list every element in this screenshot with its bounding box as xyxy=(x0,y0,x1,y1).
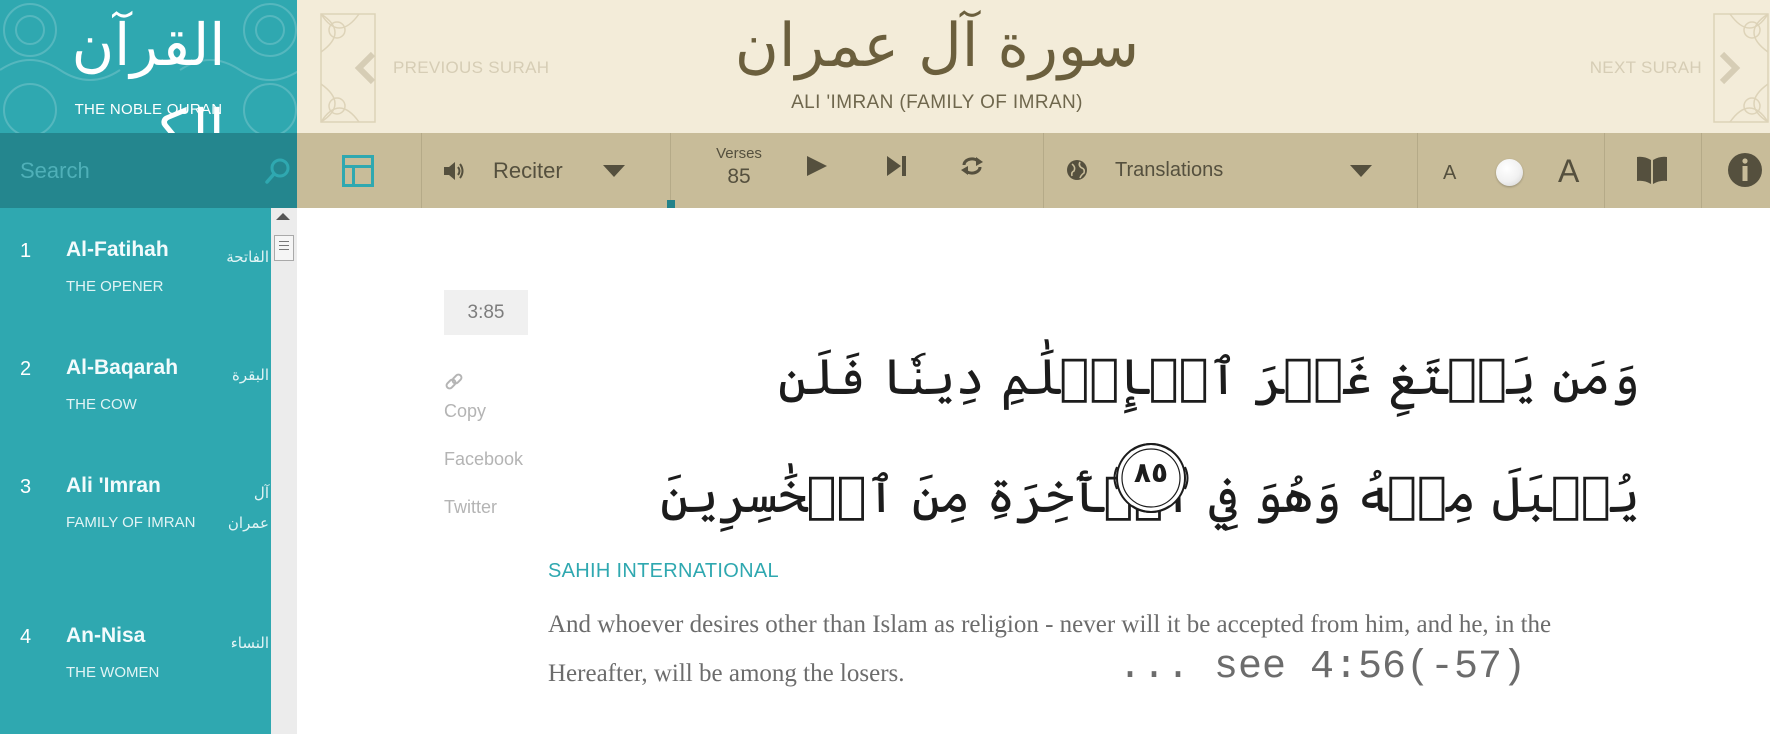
toolbar-divider xyxy=(1043,133,1044,208)
toolbar-divider xyxy=(421,133,422,208)
surah-number: 2 xyxy=(20,358,32,380)
info-icon[interactable] xyxy=(1727,152,1763,188)
speaker-icon[interactable] xyxy=(442,159,466,183)
reciter-chevron-down-icon[interactable] xyxy=(603,165,625,177)
previous-surah-button[interactable]: PREVIOUS SURAH xyxy=(353,48,549,88)
ayah-number: ٨٥ xyxy=(1133,456,1169,489)
verse-reference-badge[interactable]: 3:85 xyxy=(444,290,528,335)
translation-source: SAHIH INTERNATIONAL xyxy=(548,560,779,582)
list-item[interactable]: 1 Al-Fatihah THE OPENER الفاتحة xyxy=(0,238,271,358)
layout-icon[interactable] xyxy=(342,155,374,187)
surah-name: Al-Fatihah xyxy=(66,238,169,261)
font-size-slider-knob[interactable] xyxy=(1496,159,1523,186)
list-item[interactable]: 3 Ali 'Imran FAMILY OF IMRAN آل عمران xyxy=(0,474,271,594)
scroll-up-arrow-icon[interactable] xyxy=(276,213,290,220)
reciter-label[interactable]: Reciter xyxy=(493,158,563,184)
list-item[interactable]: 4 An-Nisa THE WOMEN النساء xyxy=(0,624,271,734)
surah-name: An-Nisa xyxy=(66,624,146,647)
logo-subtitle: THE NOBLE QURAN xyxy=(74,101,223,118)
toolbar-divider xyxy=(1417,133,1418,208)
chevron-left-icon xyxy=(354,51,376,85)
surah-title-english: ALI 'IMRAN (FAMILY OF IMRAN) xyxy=(791,92,1083,113)
font-increase-button[interactable]: A xyxy=(1558,153,1579,190)
surah-arabic-name: آل عمران xyxy=(227,484,269,532)
copy-link[interactable]: Copy xyxy=(444,401,486,422)
scroll-thumb[interactable] xyxy=(274,235,294,261)
play-icon[interactable] xyxy=(804,154,828,178)
search-input[interactable] xyxy=(20,155,250,187)
previous-surah-label: PREVIOUS SURAH xyxy=(393,58,550,77)
surah-arabic-name: البقرة xyxy=(232,366,269,384)
surah-meaning: FAMILY OF IMRAN xyxy=(66,514,196,531)
surah-arabic-name: النساء xyxy=(230,634,269,652)
font-decrease-button[interactable]: A xyxy=(1443,162,1456,185)
surah-meaning: THE COW xyxy=(66,396,137,413)
twitter-link[interactable]: Twitter xyxy=(444,497,497,518)
surah-meaning: THE OPENER xyxy=(66,278,164,295)
next-surah-label: NEXT SURAH xyxy=(1589,58,1702,77)
surah-list: 1 Al-Fatihah THE OPENER الفاتحة 2 Al-Baq… xyxy=(0,208,271,734)
search-bar xyxy=(0,133,297,208)
book-icon[interactable] xyxy=(1635,153,1669,187)
ornament-corner-icon xyxy=(1713,13,1769,123)
toolbar-divider xyxy=(670,133,671,208)
surah-number: 4 xyxy=(20,626,32,648)
search-icon[interactable] xyxy=(263,156,293,186)
repeat-icon[interactable] xyxy=(960,154,984,178)
surah-number: 1 xyxy=(20,240,32,262)
surah-title-arabic: سورة آل عمران xyxy=(734,11,1140,81)
list-item[interactable]: 2 Al-Baqarah THE COW البقرة xyxy=(0,356,271,476)
translations-chevron-down-icon[interactable] xyxy=(1350,165,1372,177)
facebook-link[interactable]: Facebook xyxy=(444,449,523,470)
audio-progress-bar[interactable] xyxy=(667,200,1041,208)
translations-label[interactable]: Translations xyxy=(1115,159,1223,182)
surah-header: PREVIOUS SURAH سورة آل عمران ALI 'IMRAN … xyxy=(297,0,1770,133)
sidebar-scrollbar[interactable] xyxy=(271,208,297,734)
toolbar-divider xyxy=(1604,133,1605,208)
surah-arabic-name: الفاتحة xyxy=(226,248,269,266)
verses-count[interactable]: 85 xyxy=(709,165,769,189)
cross-reference-note: ... see 4:56(-57) xyxy=(1118,645,1527,690)
skip-next-icon[interactable] xyxy=(884,154,908,178)
globe-icon[interactable] xyxy=(1066,159,1088,181)
verses-label: Verses xyxy=(716,145,762,162)
logo-panel[interactable]: القرآن الكريم THE NOBLE QURAN xyxy=(0,0,297,133)
link-icon[interactable] xyxy=(444,372,464,392)
toolbar-divider xyxy=(1701,133,1702,208)
surah-number: 3 xyxy=(20,476,32,498)
surah-name: Al-Baqarah xyxy=(66,356,179,379)
surah-name: Ali 'Imran xyxy=(66,474,161,497)
surah-meaning: THE WOMEN xyxy=(66,664,160,681)
toolbar: Reciter Verses 85 Translations A A xyxy=(297,133,1770,208)
audio-progress-marker xyxy=(667,200,675,208)
